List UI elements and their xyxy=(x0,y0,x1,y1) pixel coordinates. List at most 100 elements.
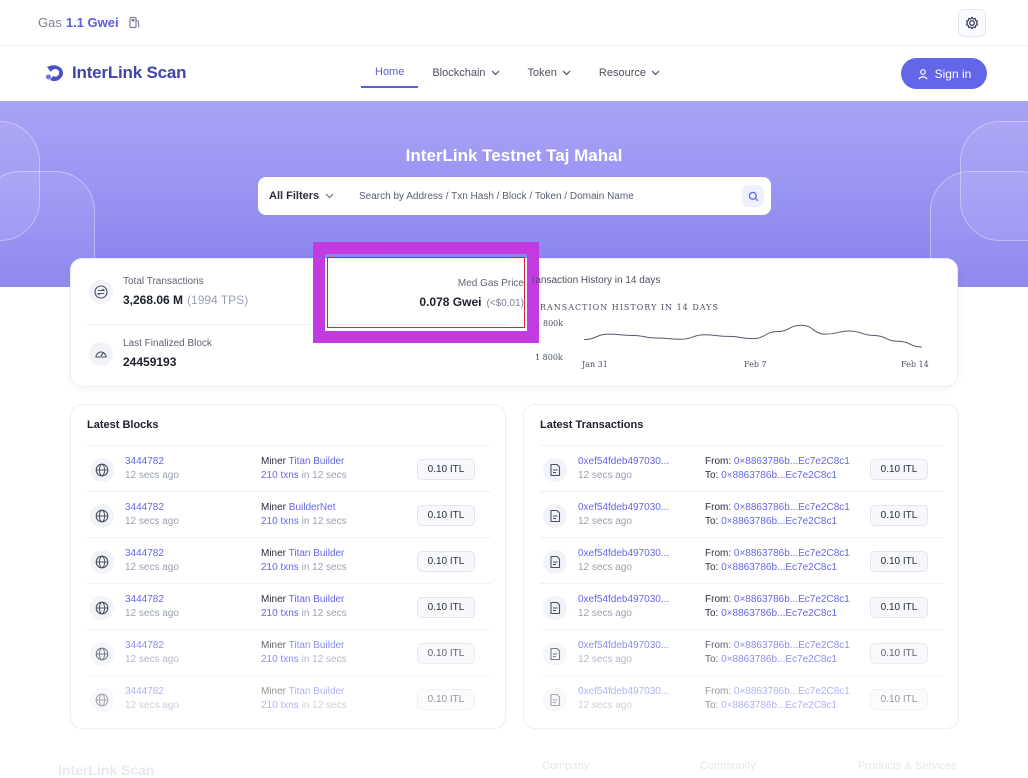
block-number-link[interactable]: 3444782 xyxy=(125,455,179,469)
highlight-inner-border xyxy=(327,257,525,328)
tx-amount-badge: 0.10 ITL xyxy=(870,459,928,480)
to-address-link[interactable]: 0×8863786b...Ec7e2C8c1 xyxy=(721,470,837,481)
transaction-row: 0xef54fdeb497030...12 secs agoFrom: 0×88… xyxy=(540,537,944,583)
transaction-row: 0xef54fdeb497030...12 secs agoFrom: 0×88… xyxy=(540,491,944,537)
document-icon xyxy=(543,504,567,528)
filter-label: All Filters xyxy=(269,190,319,202)
from-address-link[interactable]: 0×8863786b...Ec7e2C8c1 xyxy=(734,594,850,605)
x-tick-label: Feb 14 xyxy=(901,360,929,369)
block-info: 344478212 secs ago xyxy=(125,547,179,575)
footer-link-company[interactable]: Company xyxy=(542,760,589,772)
filter-dropdown[interactable]: All Filters xyxy=(258,190,349,202)
block-time: 12 secs ago xyxy=(125,699,179,713)
footer-link-community[interactable]: Community xyxy=(700,760,756,772)
footer-logo: InterLink Scan xyxy=(58,762,154,778)
settings-button[interactable] xyxy=(958,9,986,37)
miner-link[interactable]: Titan Builder xyxy=(289,456,345,467)
txns-link[interactable]: 210 txns xyxy=(261,700,299,711)
nav-token[interactable]: Token xyxy=(514,66,585,88)
to-address-link[interactable]: 0×8863786b...Ec7e2C8c1 xyxy=(721,562,837,573)
txns-link[interactable]: 210 txns xyxy=(261,562,299,573)
nav-home-label: Home xyxy=(375,66,404,78)
nav-blockchain[interactable]: Blockchain xyxy=(418,66,513,88)
gas-indicator: Gas1.1 Gwei xyxy=(38,15,141,32)
tx-time: 12 secs ago xyxy=(578,607,669,621)
miner-label: Miner xyxy=(261,548,286,559)
network-title: InterLink Testnet Taj Mahal xyxy=(0,146,1028,166)
x-tick-label: Feb 7 xyxy=(744,360,767,369)
tx-amount-badge: 0.10 ITL xyxy=(870,505,928,526)
block-number-link[interactable]: 3444782 xyxy=(125,593,179,607)
block-duration: in 12 secs xyxy=(302,654,347,665)
total-transactions-label: Total Transactions xyxy=(123,276,248,287)
miner-label: Miner xyxy=(261,686,286,697)
tx-addresses: From: 0×8863786b...Ec7e2C8c1To: 0×886378… xyxy=(705,501,850,529)
txns-link[interactable]: 210 txns xyxy=(261,516,299,527)
block-reward-badge: 0.10 ITL xyxy=(417,597,475,618)
miner-link[interactable]: Titan Builder xyxy=(289,594,345,605)
last-block-stat: Last Finalized Block 24459193 xyxy=(89,338,212,369)
to-address-link[interactable]: 0×8863786b...Ec7e2C8c1 xyxy=(721,700,837,711)
footer-link-products[interactable]: Products & Services xyxy=(858,760,957,772)
from-label: From: xyxy=(705,594,731,605)
txns-link[interactable]: 210 txns xyxy=(261,470,299,481)
tx-hash-link[interactable]: 0xef54fdeb497030... xyxy=(578,685,669,699)
globe-icon xyxy=(90,596,114,620)
transaction-row: 0xef54fdeb497030...12 secs ago From: 0×88… xyxy=(540,583,944,629)
sign-in-button[interactable]: Sign in xyxy=(901,58,987,89)
miner-link[interactable]: Titan Builder xyxy=(289,548,345,559)
tx-hash-link[interactable]: 0xef54fdeb497030... xyxy=(578,593,669,607)
search-input[interactable]: Search by Address / Txn Hash / Block / T… xyxy=(349,191,742,202)
from-address-link[interactable]: 0×8863786b...Ec7e2C8c1 xyxy=(734,456,850,467)
miner-link[interactable]: BuilderNet xyxy=(289,502,336,513)
user-icon xyxy=(917,68,929,80)
total-transactions-count: 3,268.06 M xyxy=(123,293,183,307)
nav-home[interactable]: Home xyxy=(361,66,418,88)
miner-link[interactable]: Titan Builder xyxy=(289,640,345,651)
to-address-link[interactable]: 0×8863786b...Ec7e2C8c1 xyxy=(721,654,837,665)
to-label: To: xyxy=(705,562,718,573)
block-info: 344478212 secs ago xyxy=(125,593,179,621)
tx-hash-link[interactable]: 0xef54fdeb497030... xyxy=(578,547,669,561)
search-icon xyxy=(748,191,759,202)
miner-link[interactable]: Titan Builder xyxy=(289,686,345,697)
nav-resource[interactable]: Resource xyxy=(585,66,674,88)
tx-hash-link[interactable]: 0xef54fdeb497030... xyxy=(578,455,669,469)
txns-link[interactable]: 210 txns xyxy=(261,608,299,619)
tx-amount-badge: 0.10 ITL xyxy=(870,551,928,572)
txns-link[interactable]: 210 txns xyxy=(261,654,299,665)
miner-label: Miner xyxy=(261,502,286,513)
nav-menu: Home Blockchain Token Resource xyxy=(361,66,674,88)
from-label: From: xyxy=(705,456,731,467)
block-number-link[interactable]: 3444782 xyxy=(125,685,179,699)
from-label: From: xyxy=(705,686,731,697)
block-number-link[interactable]: 3444782 xyxy=(125,501,179,515)
block-miner-info: Miner Titan Builder210 txns in 12 secs xyxy=(261,593,347,621)
tx-hash-link[interactable]: 0xef54fdeb497030... xyxy=(578,501,669,515)
document-icon xyxy=(543,688,567,712)
from-address-link[interactable]: 0×8863786b...Ec7e2C8c1 xyxy=(734,502,850,513)
total-transactions-stat: Total Transactions 3,268.06 M(1994 TPS) xyxy=(89,276,248,307)
site-logo[interactable]: InterLink Scan xyxy=(44,62,186,84)
chart-series xyxy=(584,325,922,347)
to-address-link[interactable]: 0×8863786b...Ec7e2C8c1 xyxy=(721,516,837,527)
gear-icon xyxy=(964,15,980,31)
search-button[interactable] xyxy=(742,185,764,207)
last-block-value: 24459193 xyxy=(123,355,212,369)
from-address-link[interactable]: 0×8863786b...Ec7e2C8c1 xyxy=(734,640,850,651)
history-title: ransaction History in 14 days xyxy=(532,275,660,286)
interlink-logo-icon xyxy=(44,62,66,84)
block-reward-badge: 0.10 ITL xyxy=(417,689,475,710)
block-duration: in 12 secs xyxy=(302,516,347,527)
from-address-link[interactable]: 0×8863786b...Ec7e2C8c1 xyxy=(734,548,850,559)
to-address-link[interactable]: 0×8863786b...Ec7e2C8c1 xyxy=(721,608,837,619)
tx-hash-link[interactable]: 0xef54fdeb497030... xyxy=(578,639,669,653)
block-row: 344478212 secs agoMiner Titan Builder210… xyxy=(87,583,491,629)
transaction-info: 0xef54fdeb497030...12 secs ago xyxy=(578,455,669,483)
from-address-link[interactable]: 0×8863786b...Ec7e2C8c1 xyxy=(734,686,850,697)
block-number-link[interactable]: 3444782 xyxy=(125,547,179,561)
globe-icon xyxy=(90,458,114,482)
block-number-link[interactable]: 3444782 xyxy=(125,639,179,653)
gas-pump-icon xyxy=(128,16,141,32)
to-label: To: xyxy=(705,470,718,481)
